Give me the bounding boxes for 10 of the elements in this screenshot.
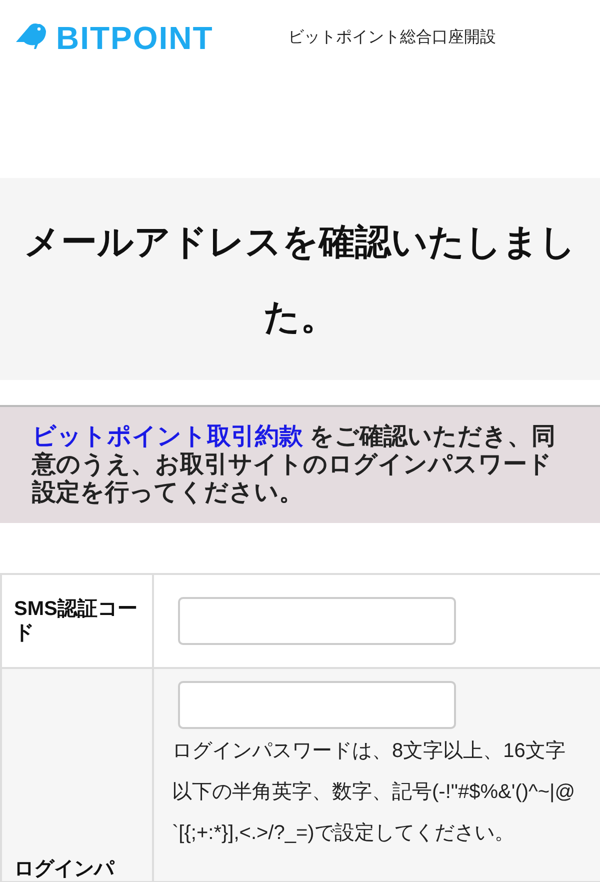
text-input[interactable]: [178, 597, 456, 645]
text-input[interactable]: [178, 681, 456, 729]
field-label: SMS認証コード: [14, 597, 138, 645]
terms-link[interactable]: ビットポイント取引約款: [32, 423, 303, 450]
field-label: ログインパ: [14, 857, 114, 881]
confirmation-heading: メールアドレスを確認いたしました。: [23, 220, 577, 339]
page-title: ビットポイント総合口座開設: [288, 28, 496, 48]
password-help-text: ログインパスワードは、8文字以上、16文字以下の半角英字、数字、記号(-!"#$%&'()^~|@`[{;+:*}],<.>/?_=)で設定してください。: [172, 739, 576, 846]
notice-text: ビットポイント取引約款 をご確認いただき、同意のうえ、お取引サイトのログインパスワード設定を行ってください。: [32, 423, 557, 507]
logo-text: BITPOINT: [56, 19, 214, 58]
